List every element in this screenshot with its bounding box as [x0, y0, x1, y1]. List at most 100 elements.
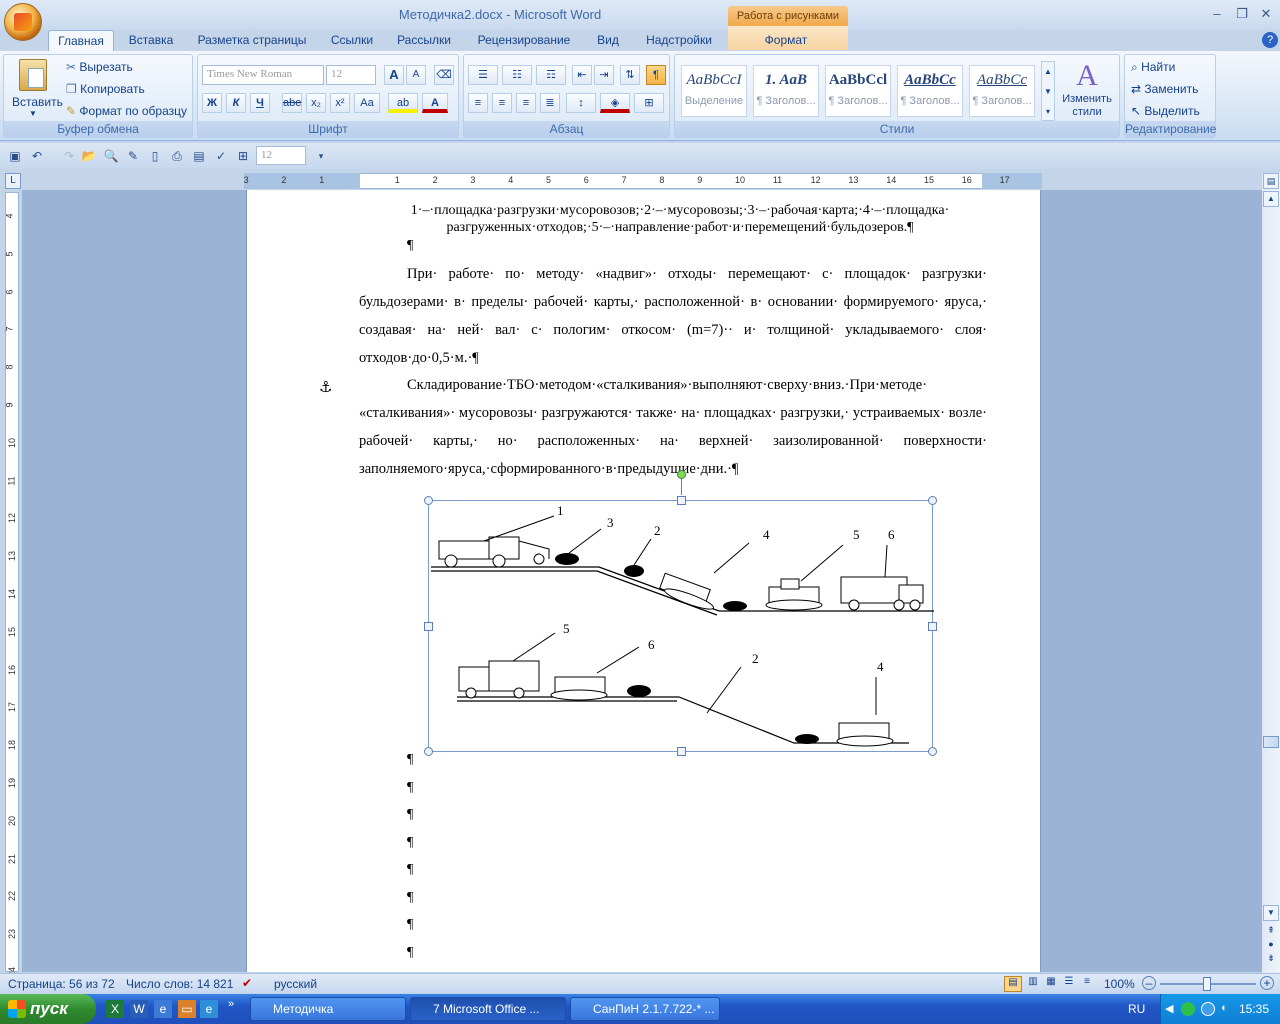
- align-left-icon[interactable]: ≡: [468, 93, 488, 113]
- resize-handle-bl[interactable]: [424, 747, 433, 756]
- excel-icon[interactable]: X: [106, 1000, 124, 1018]
- empty-paragraph[interactable]: ¶: [407, 917, 413, 933]
- copy-button[interactable]: ❐ Копировать: [66, 82, 145, 96]
- resize-handle-b[interactable]: [677, 747, 686, 756]
- quick-print-icon[interactable]: ▤: [190, 147, 208, 165]
- tab-format[interactable]: Формат: [750, 30, 822, 52]
- print-preview-icon[interactable]: 🔍: [102, 147, 120, 165]
- outline-icon[interactable]: ☰: [1060, 976, 1078, 992]
- style-heading-3[interactable]: AaBbCc ¶ Заголов...: [897, 65, 963, 117]
- bold-button[interactable]: Ж: [202, 93, 222, 113]
- paragraph-push-method[interactable]: При· работе· по· методу· «надвиг»· отход…: [359, 260, 987, 372]
- spelling-icon[interactable]: ✓: [212, 147, 230, 165]
- zoom-out-icon[interactable]: –: [1142, 976, 1156, 990]
- tab-home[interactable]: Главная: [48, 30, 114, 52]
- font-size-select[interactable]: 12: [326, 65, 376, 85]
- tab-review[interactable]: Рецензирование: [470, 30, 578, 52]
- shading-icon[interactable]: ◈: [600, 93, 630, 113]
- landfill-figure[interactable]: 1 3 2 4 5 6 5 6 2 4: [424, 470, 937, 756]
- borders-icon[interactable]: ⊞: [634, 93, 664, 113]
- font-color-icon[interactable]: A: [422, 93, 448, 113]
- anchor-icon[interactable]: ⚓: [319, 378, 332, 396]
- cut-button[interactable]: ✂ Вырезать: [66, 60, 133, 74]
- grow-font-button[interactable]: A: [384, 65, 404, 85]
- align-center-icon[interactable]: ≡: [492, 93, 512, 113]
- save-icon[interactable]: ▣: [6, 147, 24, 165]
- qat-font-size[interactable]: 12: [256, 146, 306, 165]
- zoom-level[interactable]: 100%: [1104, 977, 1135, 991]
- scroll-thumb[interactable]: [1263, 736, 1279, 748]
- subscript-button[interactable]: x₂: [306, 93, 326, 113]
- styles-scroll[interactable]: ▲ ▼ ▾: [1041, 61, 1055, 121]
- tab-addins[interactable]: Надстройки: [638, 30, 720, 52]
- style-heading-1[interactable]: 1. AaB ¶ Заголов...: [753, 65, 819, 117]
- highlight-icon[interactable]: ab: [388, 93, 418, 113]
- line-spacing-icon[interactable]: ↕: [566, 93, 596, 113]
- page-count[interactable]: Страница: 56 из 72: [8, 977, 115, 991]
- input-language[interactable]: RU: [1128, 1002, 1145, 1016]
- scroll-down-icon[interactable]: ▼: [1263, 905, 1279, 921]
- justify-icon[interactable]: ≣: [540, 93, 560, 113]
- empty-paragraph[interactable]: ¶: [407, 945, 413, 961]
- strikethrough-button[interactable]: abe: [282, 93, 302, 113]
- tab-page-layout[interactable]: Разметка страницы: [190, 30, 314, 52]
- resize-handle-tr[interactable]: [928, 496, 937, 505]
- underline-button[interactable]: Ч: [250, 93, 270, 113]
- spellcheck-icon[interactable]: ✔: [242, 976, 252, 990]
- clock[interactable]: 15:35: [1239, 1002, 1269, 1016]
- tray-collapse-icon[interactable]: ◀: [1165, 1002, 1173, 1015]
- tray-network-icon[interactable]: [1181, 1002, 1195, 1016]
- empty-paragraph[interactable]: ¶: [407, 780, 413, 796]
- decrease-indent-icon[interactable]: ⇤: [572, 65, 592, 85]
- vertical-ruler[interactable]: 4 5 6 7 8 9 10 11 12 13 14 15 16 17 18 19 20 21 22 23 24: [5, 192, 19, 977]
- italic-button[interactable]: К: [226, 93, 246, 113]
- taskbar-button-sanpin[interactable]: СанПиН 2.1.7.722-* ...: [570, 997, 720, 1021]
- paragraph-pushing-method[interactable]: Складирование·ТБО·методом·«сталкивания»·…: [359, 371, 987, 483]
- tray-volume-icon[interactable]: ◐: [1221, 1002, 1228, 1014]
- font-family-select[interactable]: Times New Roman: [202, 65, 324, 85]
- scroll-up-icon[interactable]: ▲: [1263, 191, 1279, 207]
- sort-icon[interactable]: ⇅: [620, 65, 640, 85]
- zoom-in-icon[interactable]: +: [1260, 976, 1274, 990]
- word-count[interactable]: Число слов: 14 821: [126, 977, 233, 991]
- ruler-toggle-icon[interactable]: ▤: [1263, 173, 1279, 189]
- tab-mailings[interactable]: Рассылки: [392, 30, 456, 52]
- select-browse-object-icon[interactable]: ●: [1263, 939, 1279, 953]
- edit-icon[interactable]: ✎: [124, 147, 142, 165]
- tray-app-icon[interactable]: [1201, 1002, 1215, 1016]
- maximize-icon[interactable]: ❐: [1230, 4, 1254, 24]
- show-marks-button[interactable]: ¶: [646, 65, 666, 85]
- resize-handle-l[interactable]: [424, 622, 433, 631]
- find-button[interactable]: ⌕ Найти: [1131, 60, 1175, 75]
- style-heading-4[interactable]: AaBbCc ¶ Заголов...: [969, 65, 1035, 117]
- empty-paragraph[interactable]: ¶: [407, 890, 413, 906]
- rotate-handle[interactable]: [677, 470, 686, 479]
- undo-icon[interactable]: ↶: [28, 147, 46, 165]
- empty-paragraph[interactable]: ¶: [407, 807, 413, 823]
- clear-format-icon[interactable]: ⌫: [434, 65, 454, 85]
- resize-handle-tl[interactable]: [424, 496, 433, 505]
- empty-paragraph[interactable]: ¶: [407, 238, 413, 254]
- redo-icon[interactable]: ↷: [60, 147, 78, 165]
- zoom-slider-thumb[interactable]: [1203, 977, 1211, 991]
- tab-selector[interactable]: L: [5, 173, 21, 189]
- customize-qat-icon[interactable]: ▾: [312, 147, 330, 165]
- vertical-scrollbar[interactable]: ▤ ▲ ▼ ⇞ ● ⇟: [1262, 173, 1280, 973]
- office-button[interactable]: [4, 3, 42, 41]
- change-styles-button[interactable]: A Изменить стили: [1059, 59, 1115, 119]
- full-screen-reading-icon[interactable]: ▥: [1024, 976, 1042, 992]
- resize-handle-t[interactable]: [677, 496, 686, 505]
- print-layout-icon[interactable]: ▤: [1004, 976, 1022, 992]
- print-icon[interactable]: ⎙: [168, 147, 186, 165]
- tab-view[interactable]: Вид: [590, 30, 626, 52]
- paste-button[interactable]: Вставить ▼: [12, 59, 63, 118]
- change-case-button[interactable]: Aa: [354, 93, 380, 113]
- tab-insert[interactable]: Вставка: [120, 30, 182, 52]
- figure-caption[interactable]: 1·–·площадка·разгрузки·мусоровозов;·2·–·…: [375, 202, 985, 236]
- empty-paragraph[interactable]: ¶: [407, 752, 413, 768]
- replace-button[interactable]: ⇄ Заменить: [1131, 82, 1198, 96]
- empty-paragraph[interactable]: ¶: [407, 862, 413, 878]
- quick-launch-more-icon[interactable]: »: [228, 998, 234, 1010]
- taskbar-button-word[interactable]: 7 Microsoft Office ...: [410, 997, 566, 1021]
- empty-paragraph[interactable]: ¶: [407, 835, 413, 851]
